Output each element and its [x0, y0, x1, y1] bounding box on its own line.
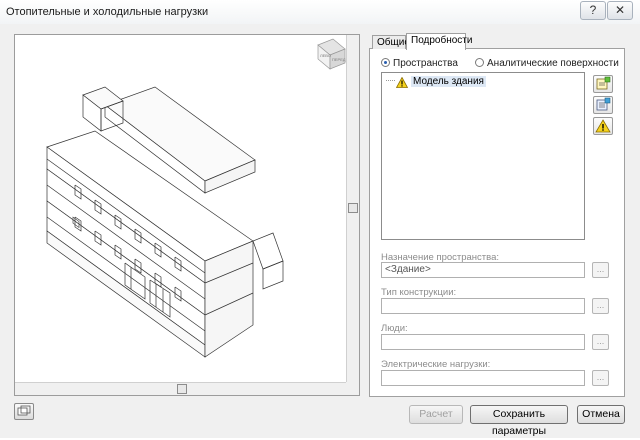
model-viewport[interactable]: ЛЕВО ПЕРЕД — [14, 34, 360, 396]
browse-icon: ... — [596, 336, 605, 346]
cancel-button[interactable]: Отмена — [577, 405, 625, 424]
building-model-preview[interactable]: ЛЕВО ПЕРЕД — [15, 35, 347, 384]
space-purpose-field[interactable]: <Здание> — [381, 262, 585, 278]
close-icon: ✕ — [614, 3, 626, 17]
create-space-button[interactable] — [593, 75, 613, 93]
radio-analytical-surfaces[interactable]: Аналитические поверхности — [475, 58, 619, 69]
viewcube-front-label: ПЕРЕД — [332, 57, 346, 62]
edit-space-icon — [596, 97, 611, 111]
window-title: Отопительные и холодильные нагрузки — [6, 6, 209, 18]
space-purpose-browse-button[interactable]: ... — [592, 262, 609, 278]
radio-spaces[interactable]: Пространства — [381, 58, 458, 69]
calculate-button[interactable]: Расчет — [409, 405, 463, 424]
people-field[interactable] — [381, 334, 585, 350]
tab-details-label: Подробности — [411, 35, 473, 46]
vertical-scroll-thumb[interactable] — [348, 203, 358, 213]
construction-type-browse-button[interactable]: ... — [592, 298, 609, 314]
dialog-window: Отопительные и холодильные нагрузки ? ✕ … — [0, 0, 640, 438]
tab-general[interactable]: Общие — [372, 35, 410, 49]
space-tree[interactable]: Модель здания — [381, 72, 585, 240]
tab-details[interactable]: Подробности — [406, 33, 472, 50]
edit-space-button[interactable] — [593, 96, 613, 114]
scroll-corner — [346, 382, 359, 395]
viewcube-icon: ЛЕВО ПЕРЕД — [317, 38, 346, 70]
browse-icon: ... — [596, 264, 605, 274]
browse-icon: ... — [596, 372, 605, 382]
radio-spaces-label: Пространства — [393, 58, 458, 69]
electrical-loads-browse-button[interactable]: ... — [592, 370, 609, 386]
space-purpose-value: <Здание> — [385, 264, 431, 275]
warning-icon — [595, 119, 611, 133]
view-toggle-icon — [17, 405, 31, 416]
people-browse-button[interactable]: ... — [592, 334, 609, 350]
tree-item-label: Модель здания — [411, 76, 486, 87]
help-button[interactable]: ? — [580, 1, 606, 20]
warning-icon — [396, 77, 408, 88]
tree-connector — [386, 80, 395, 81]
construction-type-label: Тип конструкции: — [381, 287, 457, 298]
view-toggle-button[interactable] — [14, 403, 34, 420]
browse-icon: ... — [596, 300, 605, 310]
radio-spaces-indicator[interactable] — [381, 58, 390, 67]
viewcube-left-label: ЛЕВО — [320, 53, 331, 58]
horizontal-scrollbar[interactable] — [15, 382, 347, 395]
electrical-loads-field[interactable] — [381, 370, 585, 386]
close-button[interactable]: ✕ — [607, 1, 633, 20]
title-bar: Отопительные и холодильные нагрузки ? ✕ — [0, 0, 640, 24]
radio-surfaces-indicator[interactable] — [475, 58, 484, 67]
horizontal-scroll-thumb[interactable] — [177, 384, 187, 394]
vertical-scrollbar[interactable] — [346, 35, 359, 384]
tab-general-label: Общие — [377, 37, 410, 48]
people-label: Люди: — [381, 323, 408, 334]
radio-surfaces-label: Аналитические поверхности — [487, 58, 619, 69]
help-icon: ? — [589, 3, 597, 17]
add-space-icon — [596, 76, 611, 90]
save-settings-button[interactable]: Сохранить параметры — [470, 405, 568, 437]
electrical-loads-label: Электрические нагрузки: — [381, 359, 491, 370]
warnings-button[interactable] — [593, 117, 613, 135]
construction-type-field[interactable] — [381, 298, 585, 314]
